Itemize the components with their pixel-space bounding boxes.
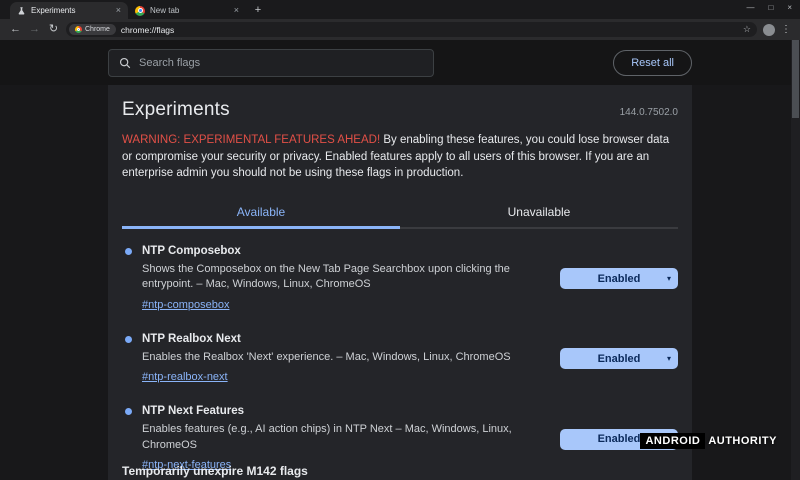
close-tab-icon[interactable]: ×: [116, 6, 121, 15]
flag-bullet-icon: [125, 408, 132, 415]
tab-title: Experiments: [31, 6, 111, 15]
bookmark-star-icon[interactable]: ☆: [743, 24, 751, 35]
flag-name: NTP Next Features: [142, 405, 544, 417]
maximize-icon[interactable]: □: [768, 3, 773, 12]
flag-permalink[interactable]: #ntp-composebox: [142, 299, 229, 311]
tab-strip: Experiments × New tab × + — □ ×: [0, 0, 800, 19]
flag-row: NTP Composebox Shows the Composebox on t…: [122, 237, 678, 313]
forward-icon[interactable]: →: [28, 24, 41, 35]
version-number: 144.0.7502.0: [620, 107, 678, 118]
flag-value: Enabled: [598, 433, 641, 445]
search-icon: [119, 57, 131, 69]
chrome-logo-icon: [75, 26, 82, 33]
page-area: Experiments 144.0.7502.0 WARNING: EXPERI…: [0, 85, 800, 480]
scrollbar-thumb[interactable]: [792, 40, 799, 118]
flag-description: Enables the Realbox 'Next' experience. –…: [142, 350, 544, 366]
flag-name: NTP Realbox Next: [142, 333, 544, 345]
flag-list: NTP Composebox Shows the Composebox on t…: [122, 237, 678, 474]
tab-available[interactable]: Available: [122, 196, 400, 229]
tab-experiments[interactable]: Experiments ×: [10, 2, 128, 19]
minimize-icon[interactable]: —: [746, 3, 754, 12]
flag-bullet-icon: [125, 336, 132, 343]
chip-label: Chrome: [85, 26, 110, 33]
menu-icon[interactable]: ⋮: [781, 24, 791, 35]
chevron-down-icon: ▾: [667, 274, 671, 283]
chrome-logo-icon: [135, 6, 145, 16]
browser-window: Experiments × New tab × + — □ × ← → ↻ Ch…: [0, 0, 800, 480]
flag-description: Shows the Composebox on the New Tab Page…: [142, 262, 544, 293]
flag-row: NTP Realbox Next Enables the Realbox 'Ne…: [122, 325, 678, 386]
search-box[interactable]: [108, 49, 434, 77]
back-icon[interactable]: ←: [9, 24, 22, 35]
watermark-android: ANDROID: [640, 433, 705, 449]
experiments-container: Experiments 144.0.7502.0 WARNING: EXPERI…: [108, 85, 692, 480]
flag-description: Enables features (e.g., AI action chips)…: [142, 422, 544, 453]
chevron-down-icon: ▾: [667, 354, 671, 363]
tab-title: New tab: [150, 6, 229, 15]
window-controls: — □ ×: [746, 3, 792, 12]
flag-value: Enabled: [598, 353, 641, 365]
flag-value: Enabled: [598, 273, 641, 285]
page-title: Experiments: [122, 99, 230, 121]
navigation-bar: ← → ↻ Chrome chrome://flags ☆ ⋮: [0, 19, 800, 40]
close-tab-icon[interactable]: ×: [234, 6, 239, 15]
warning-text: WARNING: EXPERIMENTAL FEATURES AHEAD! By…: [122, 132, 678, 182]
watermark-authority: AUTHORITY: [708, 435, 777, 447]
flags-header: Reset all: [0, 40, 800, 85]
tab-new-tab[interactable]: New tab ×: [128, 2, 246, 19]
reload-icon[interactable]: ↻: [47, 24, 60, 35]
next-section-title: Temporarily unexpire M142 flags: [122, 464, 308, 478]
scrollbar[interactable]: [791, 40, 800, 480]
availability-tabs: Available Unavailable: [122, 196, 678, 229]
search-input[interactable]: [139, 57, 423, 69]
flag-value-dropdown[interactable]: Enabled ▾: [560, 268, 678, 289]
flag-value-dropdown[interactable]: Enabled ▾: [560, 348, 678, 369]
flag-permalink[interactable]: #ntp-realbox-next: [142, 371, 228, 383]
warning-highlight: WARNING: EXPERIMENTAL FEATURES AHEAD!: [122, 134, 380, 146]
address-bar[interactable]: Chrome chrome://flags ☆: [66, 22, 757, 37]
flag-name: NTP Composebox: [142, 245, 544, 257]
tab-unavailable[interactable]: Unavailable: [400, 196, 678, 229]
reset-all-button[interactable]: Reset all: [613, 50, 692, 76]
flag-bullet-icon: [125, 248, 132, 255]
site-info-chip[interactable]: Chrome: [69, 24, 116, 35]
flask-icon: [17, 6, 26, 16]
profile-avatar[interactable]: [763, 24, 775, 36]
watermark: ANDROID AUTHORITY: [640, 433, 777, 449]
new-tab-button[interactable]: +: [250, 2, 266, 18]
flag-row: NTP Next Features Enables features (e.g.…: [122, 397, 678, 473]
url-text: chrome://flags: [121, 25, 738, 35]
close-window-icon[interactable]: ×: [787, 3, 792, 12]
